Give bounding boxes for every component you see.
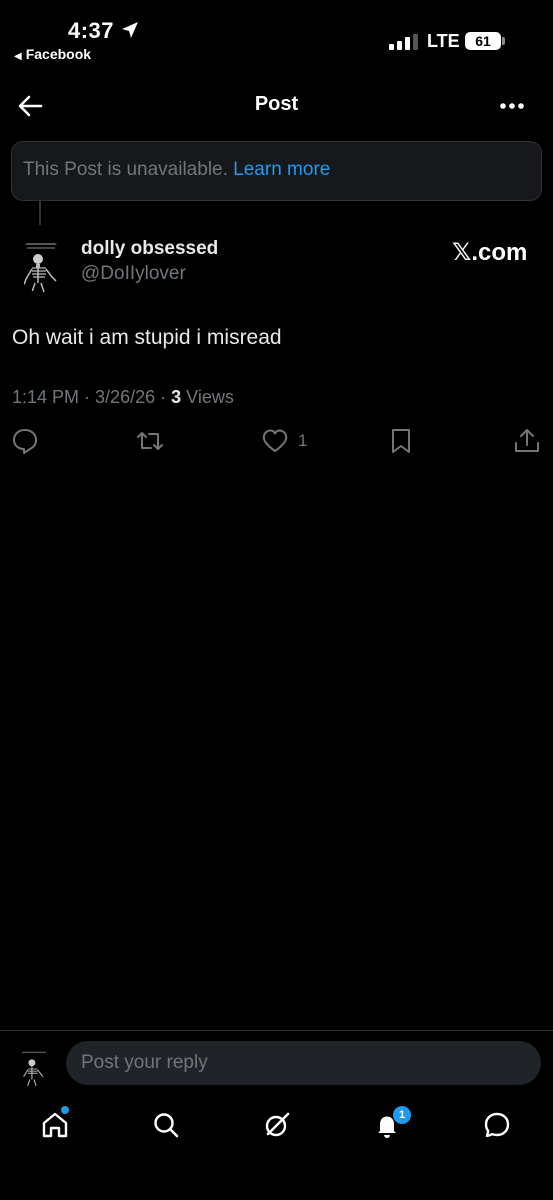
post-header: Post	[0, 80, 553, 130]
user-handle[interactable]: @DoIIylover	[81, 263, 186, 285]
post-meta: 1:14 PM · 3/26/26 · 3 Views	[12, 387, 234, 407]
like-count: 1	[298, 431, 308, 450]
battery-icon: 61	[465, 32, 505, 50]
status-bar: 4:37 ◀ Facebook LTE 61	[0, 0, 553, 70]
home-unread-dot	[61, 1106, 69, 1114]
unavailable-text: This Post is unavailable.	[23, 159, 228, 180]
bookmark-icon[interactable]	[386, 426, 416, 456]
grok-icon[interactable]	[262, 1110, 292, 1140]
bottom-tab-bar	[0, 1100, 553, 1160]
like-heart-icon[interactable]	[260, 426, 290, 456]
back-to-app-link[interactable]: ◀ Facebook	[14, 46, 91, 62]
page-title: Post	[254, 93, 299, 115]
home-icon[interactable]	[40, 1110, 70, 1140]
avatar[interactable]	[18, 237, 64, 293]
views-label: Views	[186, 387, 234, 407]
post-time: 1:14 PM	[12, 387, 80, 407]
skeleton-avatar-image	[18, 1047, 50, 1087]
thread-connector-line	[39, 201, 41, 225]
share-icon[interactable]	[512, 426, 542, 456]
display-name[interactable]: dolly obsessed	[81, 238, 218, 260]
skeleton-avatar-image	[18, 237, 64, 293]
status-time: 4:37	[68, 18, 115, 43]
reply-input[interactable]	[66, 1041, 541, 1085]
post-text: Oh wait i am stupid i misread	[12, 326, 282, 349]
location-arrow-icon	[122, 22, 138, 38]
repost-icon[interactable]	[135, 426, 165, 456]
cellular-signal-icon	[389, 34, 418, 50]
search-icon[interactable]	[151, 1110, 181, 1140]
battery-level: 61	[475, 33, 491, 49]
reply-avatar	[18, 1047, 50, 1087]
messages-icon[interactable]	[482, 1110, 512, 1140]
reply-icon[interactable]	[10, 426, 40, 456]
x-com-label: 𝕏.com	[452, 239, 528, 266]
back-app-label: Facebook	[25, 46, 92, 62]
learn-more-link[interactable]: Learn more	[233, 159, 330, 180]
views-count: 3	[171, 387, 182, 407]
notifications-badge: 1	[393, 1106, 411, 1124]
post-actions: 1	[0, 426, 553, 456]
post-date: 3/26/26	[95, 387, 156, 407]
unavailable-post-banner: This Post is unavailable. Learn more	[11, 141, 542, 201]
back-triangle-icon: ◀	[14, 51, 22, 62]
network-type: LTE	[427, 31, 460, 51]
more-options-icon[interactable]	[498, 96, 526, 116]
reply-divider	[0, 1030, 553, 1031]
